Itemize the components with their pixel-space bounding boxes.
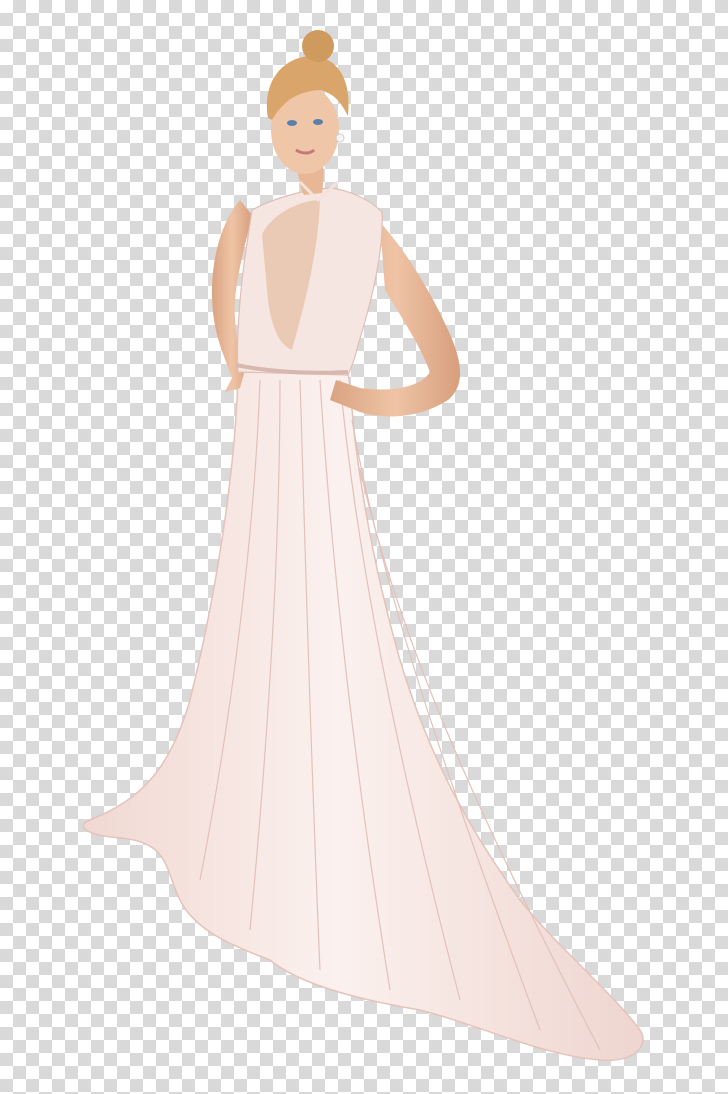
left-eye <box>287 120 297 126</box>
hair-bun <box>302 30 334 62</box>
woman-in-white-gown-figure <box>82 30 644 1062</box>
right-eye <box>313 119 323 125</box>
transparency-checkerboard <box>0 0 728 1094</box>
earring <box>335 133 345 143</box>
